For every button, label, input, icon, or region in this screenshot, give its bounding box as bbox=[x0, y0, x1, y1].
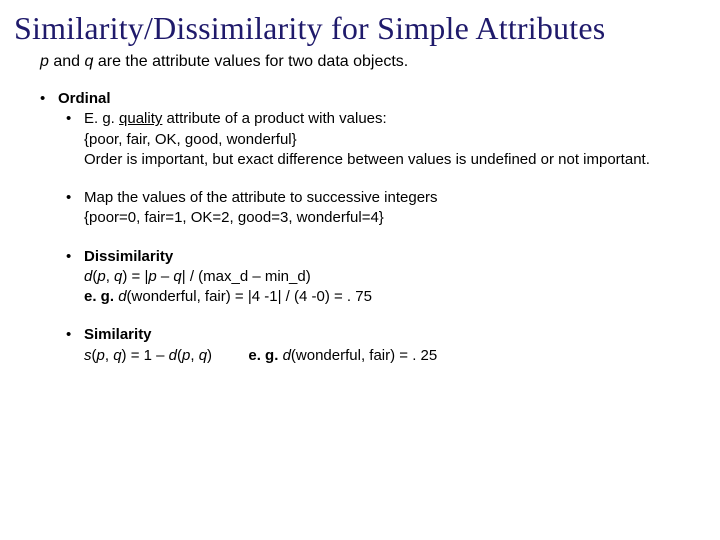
sim-formula-row: s(p, q) = 1 – d(p, q) e. g. d(wonderful,… bbox=[84, 346, 706, 366]
s-comma2: , bbox=[190, 347, 198, 364]
dissim-example-row: e. g. d(wonderful, fair) = |4 -1| / (4 -… bbox=[84, 287, 706, 307]
section-ordinal: • Ordinal • E. g. quality attribute of a… bbox=[14, 89, 706, 170]
f-minus: – bbox=[157, 268, 174, 285]
eg-quality: quality bbox=[119, 110, 162, 127]
eg-prefix: E. g. bbox=[84, 110, 119, 127]
var-p: p bbox=[40, 53, 49, 70]
dissim-formula-row: d(p, q) = |p – q| / (max_d – min_d) bbox=[84, 267, 706, 287]
section-dissimilarity: • Dissimilarity d(p, q) = |p – q| / (max… bbox=[14, 247, 706, 308]
eg-rest: (wonderful, fair) = |4 -1| / (4 -0) = . … bbox=[127, 288, 372, 305]
dissim-formula: d(p, q) = |p – q| / (max_d – min_d) bbox=[84, 267, 706, 287]
dissim-example: e. g. d(wonderful, fair) = |4 -1| / (4 -… bbox=[84, 287, 706, 307]
page-title: Similarity/Dissimilarity for Simple Attr… bbox=[14, 10, 706, 47]
eg-d: d bbox=[283, 347, 291, 364]
sim-head-row: • Similarity bbox=[66, 325, 706, 345]
map-line2: {poor=0, fair=1, OK=2, good=3, wonderful… bbox=[84, 208, 706, 228]
subtitle-rest: are the attribute values for two data ob… bbox=[93, 53, 408, 70]
f-after: | / (max_d – min_d) bbox=[182, 268, 311, 285]
dissim-head-row: • Dissimilarity bbox=[66, 247, 706, 267]
s-q: q bbox=[113, 347, 121, 364]
sim-formula: s(p, q) = 1 – d(p, q) bbox=[84, 347, 216, 364]
section-map: • Map the values of the attribute to suc… bbox=[14, 188, 706, 229]
s-eq: = 1 – bbox=[127, 347, 169, 364]
eg-d: d bbox=[118, 288, 126, 305]
ordinal-example-row: • E. g. quality attribute of a product w… bbox=[66, 109, 706, 129]
ordinal-head-row: • Ordinal bbox=[40, 89, 706, 109]
s-comma: , bbox=[105, 347, 113, 364]
f-q2: q bbox=[173, 268, 181, 285]
f-p: p bbox=[97, 268, 105, 285]
map-row2: {poor=0, fair=1, OK=2, good=3, wonderful… bbox=[84, 208, 706, 228]
eg-label: e. g. bbox=[84, 288, 118, 305]
eg-rest: attribute of a product with values: bbox=[162, 110, 386, 127]
s-p: p bbox=[97, 347, 105, 364]
subtitle: p and q are the attribute values for two… bbox=[40, 53, 706, 71]
sim-head: Similarity bbox=[84, 325, 706, 345]
s-d: d bbox=[169, 347, 177, 364]
f-comma: , bbox=[106, 268, 114, 285]
bullet-icon: • bbox=[40, 89, 58, 109]
sim-formula-line: s(p, q) = 1 – d(p, q) e. g. d(wonderful,… bbox=[84, 346, 706, 366]
f-eq: = | bbox=[127, 268, 148, 285]
map-row1: • Map the values of the attribute to suc… bbox=[66, 188, 706, 208]
ordinal-example: E. g. quality attribute of a product wit… bbox=[84, 109, 706, 129]
bullet-icon: • bbox=[66, 109, 84, 129]
slide: Similarity/Dissimilarity for Simple Attr… bbox=[0, 0, 720, 540]
ordinal-set-row: {poor, fair, OK, good, wonderful} bbox=[84, 130, 706, 150]
s-s: s bbox=[84, 347, 92, 364]
s-q2: q bbox=[199, 347, 207, 364]
bullet-icon: • bbox=[66, 188, 84, 208]
sim-example: e. g. d(wonderful, fair) = . 25 bbox=[244, 347, 437, 364]
eg-rest: (wonderful, fair) = . 25 bbox=[291, 347, 437, 364]
ordinal-note: Order is important, but exact difference… bbox=[84, 150, 706, 170]
dissim-head: Dissimilarity bbox=[84, 247, 706, 267]
section-similarity: • Similarity s(p, q) = 1 – d(p, q) e. g.… bbox=[14, 325, 706, 366]
bullet-icon: • bbox=[66, 325, 84, 345]
ordinal-head: Ordinal bbox=[58, 89, 706, 109]
ordinal-note-row: Order is important, but exact difference… bbox=[84, 150, 706, 170]
bullet-icon: • bbox=[66, 247, 84, 267]
f-p2: p bbox=[148, 268, 156, 285]
ordinal-set: {poor, fair, OK, good, wonderful} bbox=[84, 130, 706, 150]
eg-label: e. g. bbox=[248, 347, 282, 364]
subtitle-mid1: and bbox=[49, 53, 85, 70]
map-line1: Map the values of the attribute to succe… bbox=[84, 188, 706, 208]
s-close2: ) bbox=[207, 347, 212, 364]
